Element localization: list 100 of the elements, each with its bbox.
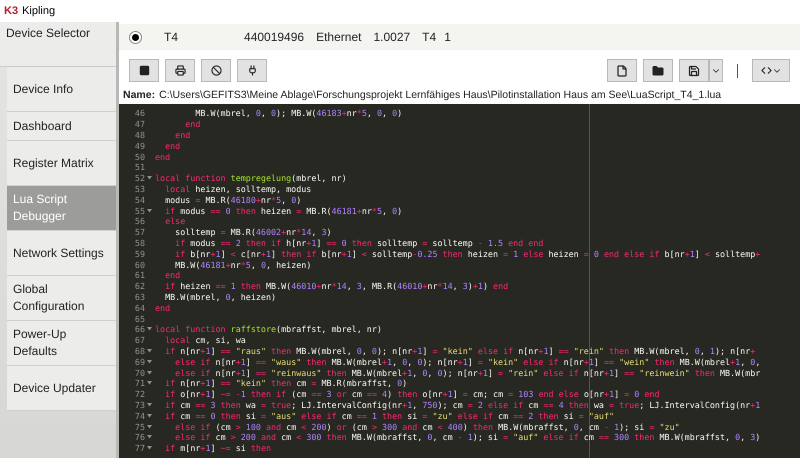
line-number: 53	[134, 184, 145, 194]
line-number: 77	[134, 443, 145, 454]
plug-button[interactable]	[237, 59, 267, 82]
line-number: 51	[134, 162, 145, 172]
printer-icon	[174, 65, 186, 76]
code-line: local heizen, solltemp, modus	[164, 184, 312, 194]
code-button[interactable]	[752, 59, 790, 82]
code-line: if o[nr+1] ~= -1 then if (cm == 3 or cm == 4) then o[nr+1] = cm; cm = 103 end else o[nr+1] = 0 end	[164, 389, 660, 400]
code-line: if n[nr+1] == "kein" then cm = MB.R(mbraffst, 0)	[164, 378, 408, 388]
code-line: local cm, si, wa	[164, 335, 246, 346]
line-number: 70	[134, 368, 145, 378]
line-number: 71	[134, 378, 145, 388]
line-number: 73	[134, 400, 145, 410]
line-number: 63	[134, 292, 145, 302]
code-line: end	[154, 302, 170, 313]
device-cell: 1.0027	[373, 30, 410, 44]
print-button[interactable]	[165, 59, 195, 82]
fold-caret-icon[interactable]	[146, 402, 152, 407]
line-number: 47	[134, 119, 145, 130]
line-number: 69	[134, 356, 145, 367]
line-number: 46	[134, 108, 145, 118]
line-number: 62	[134, 281, 145, 292]
line-number: 54	[134, 194, 145, 205]
device-row[interactable]: T4 440019496 Ethernet 1.0027 T4 1	[119, 24, 800, 50]
fold-caret-icon[interactable]	[146, 435, 152, 440]
code-line: else if cm > 200 and cm < 300 then MB.W(mbraffst, 0, cm - 1); si = "auf" else if cm == 300 then MB.W(mbraffst, 0, 3)	[174, 432, 760, 442]
device-cell: T4	[422, 30, 436, 44]
radio-button[interactable]	[129, 30, 142, 44]
sidebar-item[interactable]: Device Info	[7, 67, 116, 112]
stop-icon	[138, 65, 150, 76]
code-line: else if n[nr+1] == "reinwaus" then MB.W(mbrel+1, 0, 0); n[nr+1] = "rein" else if n[nr+1] == "reinwein" then MB.W(mbr	[174, 368, 760, 378]
folder-icon	[652, 64, 664, 76]
line-number: 50	[134, 152, 145, 162]
sidebar-item[interactable]: Dashboard	[7, 112, 116, 141]
code-line: if modus == 2 then if h[nr+1] == 0 then solltemp = solltemp - 1.5 end end	[174, 238, 544, 248]
save-button[interactable]	[679, 59, 709, 82]
code-icon	[760, 65, 772, 76]
ban-button[interactable]	[201, 59, 231, 82]
code-line: if n[nr+1] == "raus" then MB.W(mbrel, 0, 0); n[nr+1] = "kein" else if n[nr+1] == "rein" then MB.W(mbrel, 0, 1); n[nr+	[164, 346, 756, 356]
line-number: 56	[134, 216, 145, 226]
code-line: end	[164, 140, 180, 151]
code-line: if cm == 3 then wa = true; LJ.IntervalConfig(nr+1, 750); cm = 2 else if cm == 4 then wa = true; LJ.IntervalConfig(nr+1	[164, 400, 760, 410]
sidebar-item[interactable]: Network Settings	[7, 231, 116, 276]
file-icon	[616, 64, 628, 76]
line-number: 58	[134, 238, 145, 248]
stop-button[interactable]	[129, 59, 159, 82]
file-path: C:\Users\GEFITS3\Meine Ablage\Forschungsprojekt Lernfähiges Haus\Pilotinstallation Haus am See\LuaScript_T4_1.lua	[159, 89, 722, 101]
save-icon	[688, 64, 700, 76]
line-number: 67	[134, 335, 145, 346]
code-line: else if (cm > 100 and cm < 200) or (cm > 300 and cm < 400) then MB.W(mbraffst, 0, cm - 1); si = "zu"	[174, 422, 680, 432]
fold-caret-icon[interactable]	[146, 176, 152, 180]
plug-icon	[246, 65, 258, 76]
sidebar-item[interactable]: Device Updater	[7, 366, 116, 411]
line-number: 75	[134, 422, 145, 432]
fold-caret-icon[interactable]	[146, 370, 152, 375]
window-title: Kipling	[22, 5, 56, 17]
code-line: MB.W(mbrel, 0, heizen)	[164, 292, 276, 302]
fold-caret-icon[interactable]	[146, 381, 152, 386]
sidebar-item[interactable]: Power-Up Defaults	[7, 321, 116, 366]
line-number: 68	[134, 346, 145, 356]
line-number: 64	[134, 302, 145, 313]
code-line: else	[164, 216, 186, 226]
code-line: solltemp = MB.R(46002+nr*14, 3)	[174, 227, 332, 238]
code-editor[interactable]	[119, 104, 800, 458]
code-line: end	[184, 119, 200, 130]
line-number: 55	[134, 206, 145, 216]
sidebar-item[interactable]: Global Configuration	[7, 276, 116, 321]
fold-caret-icon[interactable]	[146, 348, 152, 353]
line-number: 52	[134, 173, 145, 184]
ban-icon	[210, 65, 222, 76]
app-logo: K3	[4, 5, 18, 17]
device-cell: Ethernet	[316, 30, 362, 44]
code-line: if m[nr+1] ~= si then	[164, 443, 272, 454]
code-line: modus = MB.R(46180+nr*5, 0)	[164, 194, 302, 205]
fold-caret-icon[interactable]	[146, 446, 152, 450]
code-line: MB.W(46181+nr*5, 0, heizen)	[174, 260, 312, 270]
fold-caret-icon[interactable]	[146, 424, 152, 428]
line-number: 57	[134, 227, 145, 238]
code-line: if b[nr+1] < c[nr+1] then if b[nr+1] < solltemp-0.25 then heizen = 1 else heizen = 0 end else if b[nr+1] < solltemp+	[174, 248, 760, 259]
fold-caret-icon[interactable]	[146, 360, 152, 364]
line-number: 65	[134, 314, 145, 324]
line-number: 72	[134, 389, 145, 400]
code-line: else if n[nr+1] == "waus" then MB.W(mbrel+1, 0, 0); n[nr+1] = "kein" else if n[nr+1] == "wein" then MB.W(mbrel+1, 0,	[174, 356, 760, 367]
device-cell: 1	[444, 30, 451, 44]
sidebar-item[interactable]: Register Matrix	[7, 141, 116, 186]
sidebar-header[interactable]: Device Selector	[0, 22, 116, 67]
fold-caret-icon[interactable]	[146, 208, 152, 213]
open-folder-button[interactable]	[643, 59, 673, 82]
fold-caret-icon[interactable]	[146, 327, 152, 332]
line-number: 61	[134, 270, 145, 280]
code-line: local function raffstore(mbraffst, mbrel, nr)	[154, 324, 382, 334]
file-name-label: Name:	[123, 89, 156, 101]
new-file-button[interactable]	[607, 59, 637, 82]
code-line: end	[174, 130, 190, 140]
code-line: end	[154, 152, 170, 162]
code-line: if modus == 0 then heizen = MB.R(46181+nr*5, 0)	[164, 206, 402, 216]
line-number: 66	[134, 324, 145, 334]
code-line: if cm == 0 then si = "aus" else if cm == 1 then si = "zu" else if cm == 2 then si = "auf"	[164, 410, 614, 421]
fold-caret-icon[interactable]	[146, 414, 152, 418]
device-cell: 440019496	[244, 30, 304, 44]
